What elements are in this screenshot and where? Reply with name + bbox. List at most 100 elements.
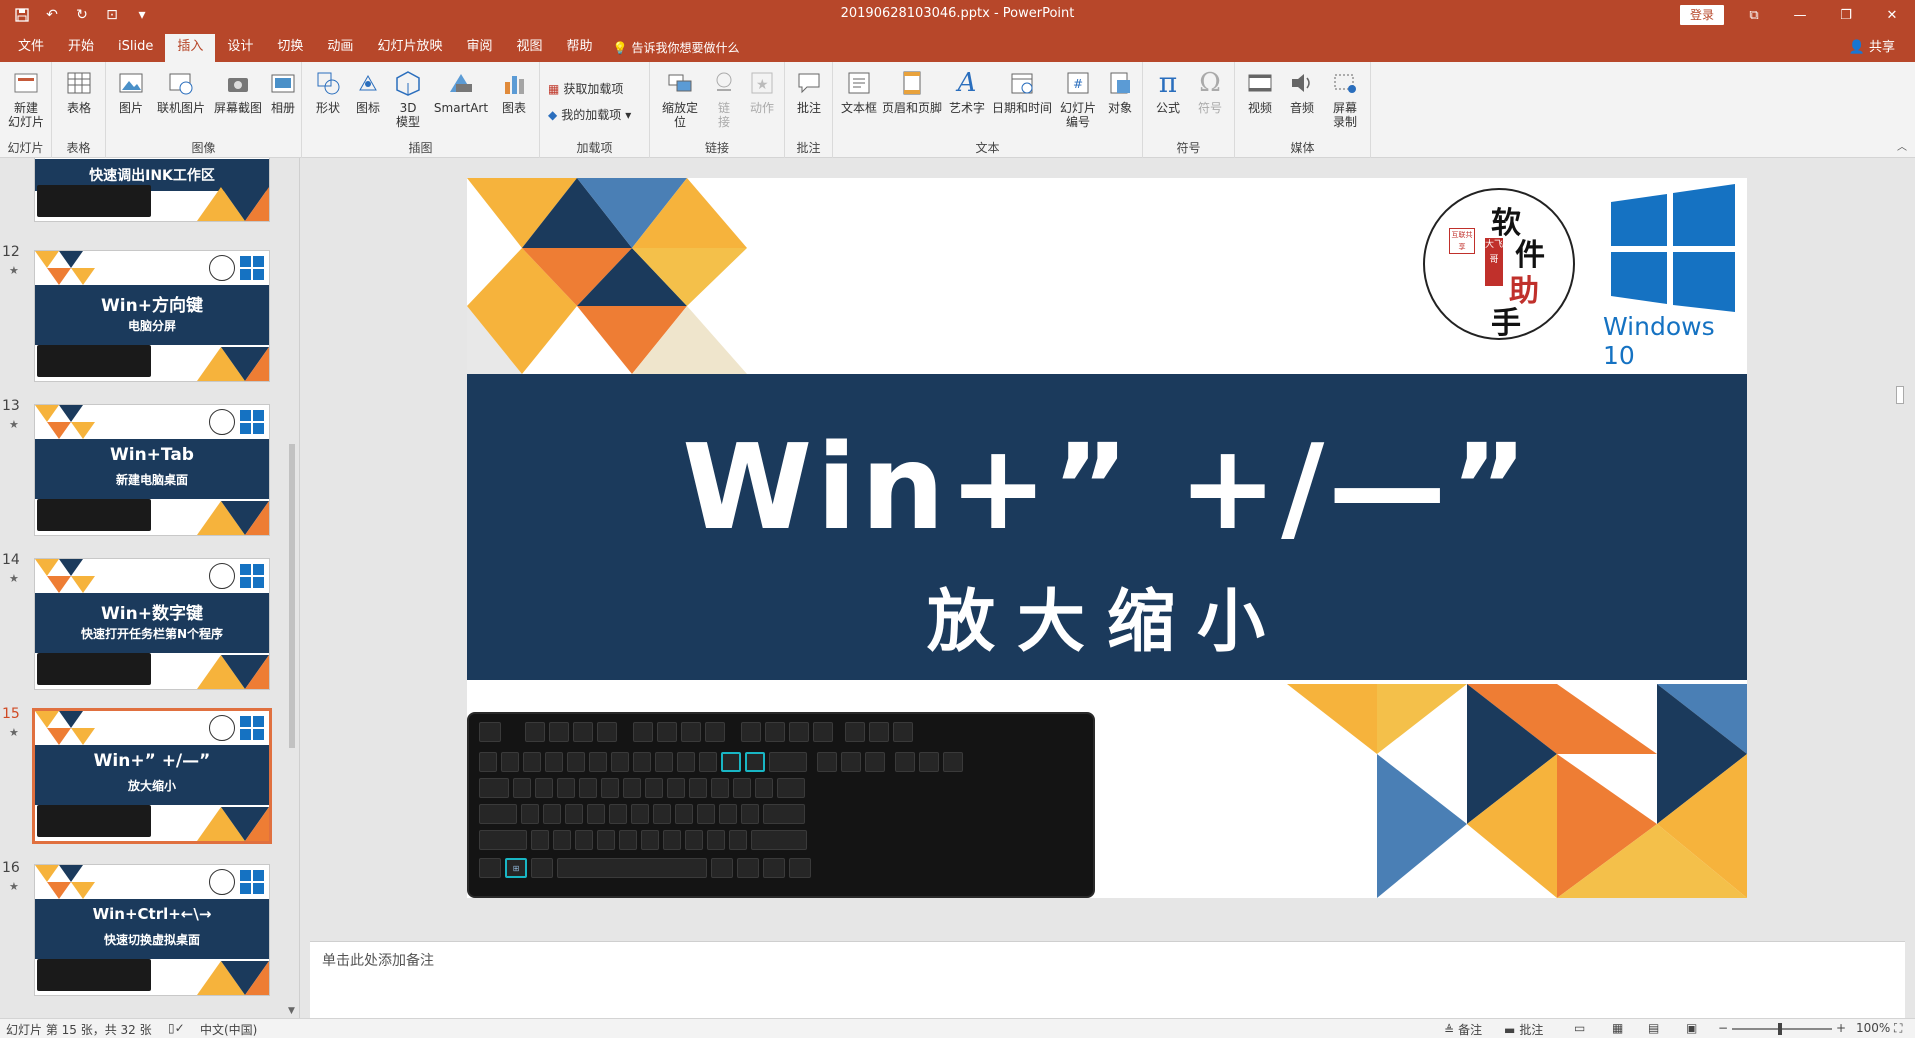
tab-home[interactable]: 开始	[56, 34, 106, 62]
keyboard-row	[479, 752, 963, 772]
my-addins-button[interactable]: ◆ 我的加载项 ▾	[548, 106, 631, 123]
key	[545, 752, 563, 772]
wordart-button[interactable]: A 艺术字	[945, 68, 989, 115]
zoom-slider[interactable]	[1732, 1028, 1832, 1030]
tab-animations[interactable]: 动画	[315, 34, 365, 62]
symbol-label: 符号	[1197, 101, 1222, 115]
slide-subtitle[interactable]: 放大缩小	[467, 566, 1747, 665]
zoom-level[interactable]: 100%	[1856, 1021, 1890, 1035]
link-button[interactable]: 链 接	[706, 68, 742, 129]
thumbnail-scrollbar[interactable]: ▼	[286, 158, 298, 1018]
calendar-icon	[1007, 68, 1037, 98]
shapes-button[interactable]: 形状	[310, 68, 346, 115]
header-footer-button[interactable]: 页眉和页脚	[881, 68, 943, 115]
chart-button[interactable]: 图表	[496, 68, 532, 115]
video-button[interactable]: 视频	[1241, 68, 1279, 115]
quick-access-toolbar: ↶ ↻ ⊡ ▾	[10, 4, 154, 26]
new-slide-button[interactable]: 新建 幻灯片	[2, 68, 50, 129]
symbol-button[interactable]: Ω 符号	[1191, 68, 1229, 115]
slide-thumbnail[interactable]: Win+方向键 电脑分屏	[34, 250, 270, 382]
slide-scrollbar[interactable]	[1895, 158, 1905, 941]
speaker-icon	[1287, 68, 1317, 98]
key	[719, 804, 737, 824]
windows-logo-icon	[240, 564, 264, 588]
scrollbar-thumb[interactable]	[289, 444, 295, 748]
action-button[interactable]: ★ 动作	[744, 68, 780, 115]
slide-sorter-icon[interactable]: ▦	[1612, 1021, 1623, 1035]
spell-check-icon[interactable]: ▯✓	[168, 1021, 185, 1035]
tab-help[interactable]: 帮助	[554, 34, 604, 62]
zoom-slider-knob[interactable]	[1778, 1023, 1782, 1035]
smartart-button[interactable]: SmartArt	[430, 68, 492, 115]
current-slide[interactable]: 软 件 助 手 大飞哥 互联共享 Windows 10 Win+” +/—” 放…	[467, 178, 1747, 898]
language-indicator[interactable]: 中文(中国)	[200, 1021, 257, 1038]
tab-slideshow[interactable]: 幻灯片放映	[365, 34, 454, 62]
audio-button[interactable]: 音频	[1283, 68, 1321, 115]
spacebar-key	[557, 858, 707, 878]
normal-view-icon[interactable]: ▭	[1574, 1021, 1585, 1035]
key	[699, 752, 717, 772]
slide-number-label-1: 幻灯片	[1059, 101, 1096, 115]
slide-thumbnail[interactable]: Win+Ctrl+←\→ 快速切换虚拟桌面	[34, 864, 270, 996]
share-button[interactable]: 👤 共享	[1849, 36, 1895, 55]
tab-transitions[interactable]: 切换	[265, 34, 315, 62]
slide-thumbnail-active[interactable]: Win+” +/—” 放大缩小	[32, 708, 272, 844]
login-button[interactable]: 登录	[1680, 5, 1725, 25]
zoom-button[interactable]: 缩放定 位	[656, 68, 704, 129]
group-label-comments: 批注	[796, 141, 821, 155]
scrollbar-thumb[interactable]	[1896, 386, 1904, 404]
reading-view-icon[interactable]: ▤	[1648, 1021, 1659, 1035]
zoom-out-icon[interactable]: −	[1718, 1021, 1728, 1035]
screenshot-button[interactable]: 屏幕截图	[210, 68, 266, 115]
scroll-down-icon[interactable]: ▼	[288, 1006, 295, 1016]
notes-toggle[interactable]: ≜ 备注	[1444, 1021, 1482, 1038]
notes-pane[interactable]: 单击此处添加备注	[310, 941, 1905, 1018]
key	[697, 804, 715, 824]
3d-model-button[interactable]: 3D 模型	[390, 68, 426, 129]
table-button[interactable]: 表格	[56, 68, 102, 115]
minimize-icon[interactable]: —	[1777, 0, 1823, 30]
restore-icon[interactable]: ❐	[1823, 0, 1869, 30]
get-addins-button[interactable]: ▦ 获取加载项	[548, 80, 623, 97]
screen-recording-button[interactable]: 屏幕 录制	[1325, 68, 1365, 129]
tab-insert[interactable]: 插入	[165, 34, 216, 62]
picture-button[interactable]: 图片	[112, 68, 150, 115]
slideshow-icon[interactable]: ▣	[1686, 1021, 1697, 1035]
customize-qat-icon[interactable]: ▾	[130, 4, 154, 26]
undo-icon[interactable]: ↶	[40, 4, 64, 26]
comments-toggle[interactable]: ▬ 批注	[1504, 1021, 1543, 1038]
ribbon-display-options-icon[interactable]: ⧉	[1731, 0, 1777, 30]
notes-placeholder[interactable]: 单击此处添加备注	[322, 950, 434, 970]
slide-number-button[interactable]: # 幻灯片 编号	[1055, 68, 1101, 129]
comment-button[interactable]: 批注	[791, 68, 827, 115]
object-button[interactable]: 对象	[1101, 68, 1139, 115]
tell-me-search[interactable]: 💡 告诉我你想要做什么	[605, 34, 748, 62]
tab-design[interactable]: 设计	[215, 34, 265, 62]
collapse-ribbon-icon[interactable]: ︿	[1897, 138, 1907, 153]
start-from-beginning-icon[interactable]: ⊡	[100, 4, 124, 26]
slide-title[interactable]: Win+” +/—”	[467, 418, 1747, 556]
icons-button[interactable]: 图标	[350, 68, 386, 115]
redo-icon[interactable]: ↻	[70, 4, 94, 26]
equation-button[interactable]: π 公式	[1149, 68, 1187, 116]
slide-thumbnail[interactable]: Win+数字键 快速打开任务栏第N个程序	[34, 558, 270, 690]
fit-to-window-icon[interactable]: ⛶	[1894, 1021, 1902, 1036]
save-icon[interactable]	[10, 4, 34, 26]
chart-icon	[499, 68, 529, 98]
thumb-number: 14	[2, 552, 20, 568]
textbox-icon	[844, 68, 874, 98]
tab-view[interactable]: 视图	[504, 34, 554, 62]
tab-islide[interactable]: iSlide	[106, 34, 165, 62]
zoom-in-icon[interactable]: +	[1836, 1021, 1846, 1035]
album-button[interactable]: 相册	[266, 68, 300, 115]
tab-review[interactable]: 审阅	[454, 34, 504, 62]
tab-file[interactable]: 文件	[6, 34, 56, 62]
online-picture-button[interactable]: 联机图片	[152, 68, 210, 115]
slide-thumbnail[interactable]: Win+Tab 新建电脑桌面	[34, 404, 270, 536]
key	[865, 752, 885, 772]
slide-thumbnail[interactable]: 快速调出INK工作区	[34, 158, 270, 222]
close-icon[interactable]: ✕	[1869, 0, 1915, 30]
datetime-button[interactable]: 日期和时间	[989, 68, 1055, 115]
group-text: 文本框 页眉和页脚 A 艺术字 日期和时间 # 幻灯片 编号 对象 文本	[833, 62, 1143, 158]
textbox-button[interactable]: 文本框	[839, 68, 879, 115]
